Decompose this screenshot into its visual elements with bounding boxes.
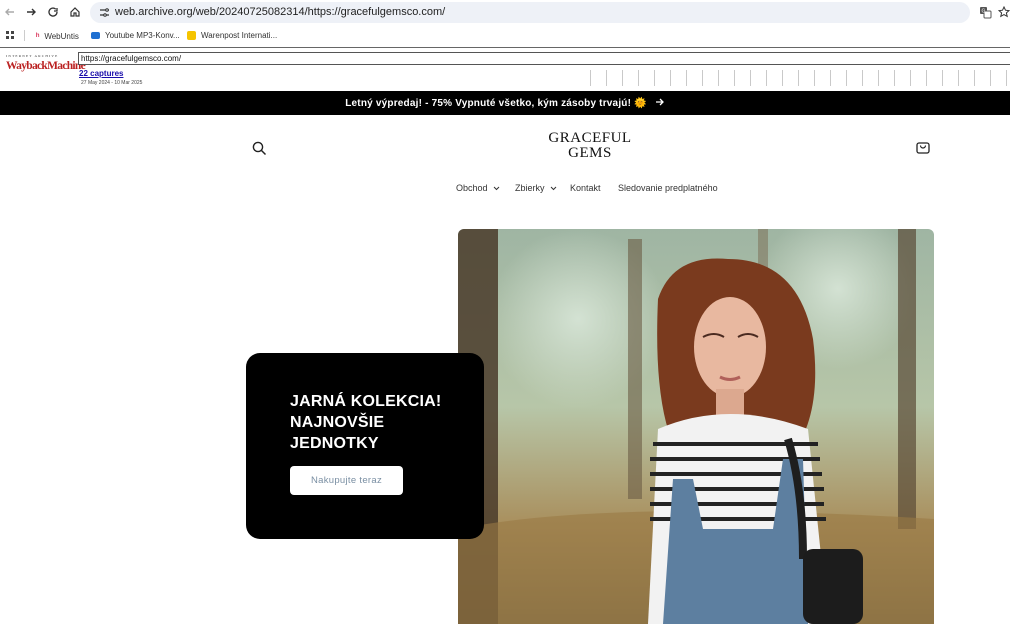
bookmark-warenpost[interactable]: Warenpost Internati... bbox=[187, 31, 277, 40]
svg-text:G: G bbox=[981, 8, 985, 14]
wayback-logo[interactable]: INTERNET ARCHIVE WaybackMachine bbox=[6, 54, 86, 82]
nav-item-subscription-tracking[interactable]: Sledovanie predplatného bbox=[618, 183, 718, 193]
arrow-right-icon bbox=[655, 97, 665, 110]
browser-toolbar: web.archive.org/web/20240725082314/https… bbox=[0, 0, 1010, 25]
translate-icon[interactable]: G bbox=[977, 4, 993, 20]
bookmark-youtube[interactable]: Youtube MP3-Konv... bbox=[91, 31, 180, 40]
nav-item-contact[interactable]: Kontakt bbox=[570, 183, 601, 193]
reload-icon[interactable] bbox=[45, 4, 61, 20]
logo-line-2: GEMS bbox=[568, 145, 612, 161]
nav-item-shop[interactable]: Obchod bbox=[456, 183, 500, 193]
hero-image bbox=[458, 229, 934, 624]
nav-label: Kontakt bbox=[570, 183, 601, 193]
chevron-down-icon bbox=[550, 186, 556, 190]
wayback-logo-top: INTERNET ARCHIVE bbox=[6, 54, 59, 58]
cart-icon[interactable] bbox=[915, 139, 931, 160]
wayback-date-range: 27 May 2024 - 10 Mar 2025 bbox=[81, 80, 143, 86]
nav-item-collections[interactable]: Zbierky bbox=[515, 183, 557, 193]
bookmark-star-icon[interactable] bbox=[996, 4, 1010, 20]
bookmark-divider bbox=[24, 30, 25, 41]
back-icon[interactable] bbox=[2, 4, 18, 20]
bookmark-webuntis[interactable]: ʰ WebUntis bbox=[36, 31, 79, 41]
wayback-captures-link[interactable]: 22 captures bbox=[79, 69, 123, 78]
nav-label: Zbierky bbox=[515, 183, 545, 193]
shop-now-button[interactable]: Nakupujte teraz bbox=[290, 466, 403, 495]
bookmark-label: Youtube MP3-Konv... bbox=[105, 31, 180, 40]
forward-icon[interactable] bbox=[23, 4, 39, 20]
hero-title: JARNÁ KOLEKCIA! NAJNOVŠIE JEDNOTKY bbox=[290, 393, 442, 452]
nav-label: Obchod bbox=[456, 183, 488, 193]
webuntis-icon: ʰ bbox=[36, 31, 40, 41]
chevron-down-icon bbox=[493, 186, 499, 190]
announcement-bar[interactable]: Letný výpredaj! - 75% Vypnuté všetko, ký… bbox=[0, 91, 1010, 115]
search-icon[interactable] bbox=[252, 141, 267, 161]
hero-promo-card: JARNÁ KOLEKCIA! NAJNOVŠIE JEDNOTKY Nakup… bbox=[246, 353, 484, 539]
site-info-icon[interactable] bbox=[96, 4, 112, 20]
wayback-sparkline[interactable] bbox=[575, 70, 1010, 86]
wayback-logo-main: WaybackMachine bbox=[6, 60, 86, 72]
url-text[interactable]: web.archive.org/web/20240725082314/https… bbox=[115, 6, 445, 18]
wayback-toolbar: INTERNET ARCHIVE WaybackMachine https://… bbox=[0, 47, 1010, 92]
youtube-icon bbox=[91, 32, 100, 39]
home-icon[interactable] bbox=[67, 4, 83, 20]
bookmark-label: WebUntis bbox=[44, 31, 79, 41]
logo-line-1: GRACEFUL bbox=[548, 130, 632, 146]
apps-grid-icon[interactable] bbox=[6, 31, 15, 40]
announcement-text: Letný výpredaj! - 75% Vypnuté všetko, ký… bbox=[345, 97, 647, 109]
store-logo[interactable]: GRACEFUL GEMS bbox=[530, 131, 650, 161]
nav-label: Sledovanie predplatného bbox=[618, 183, 718, 193]
warenpost-icon bbox=[187, 31, 196, 40]
wayback-url-input[interactable]: https://gracefulgemsco.com/ bbox=[78, 52, 1010, 65]
bookmarks-bar: ʰ WebUntis Youtube MP3-Konv... Warenpost… bbox=[0, 26, 1010, 46]
bookmark-label: Warenpost Internati... bbox=[201, 31, 278, 40]
